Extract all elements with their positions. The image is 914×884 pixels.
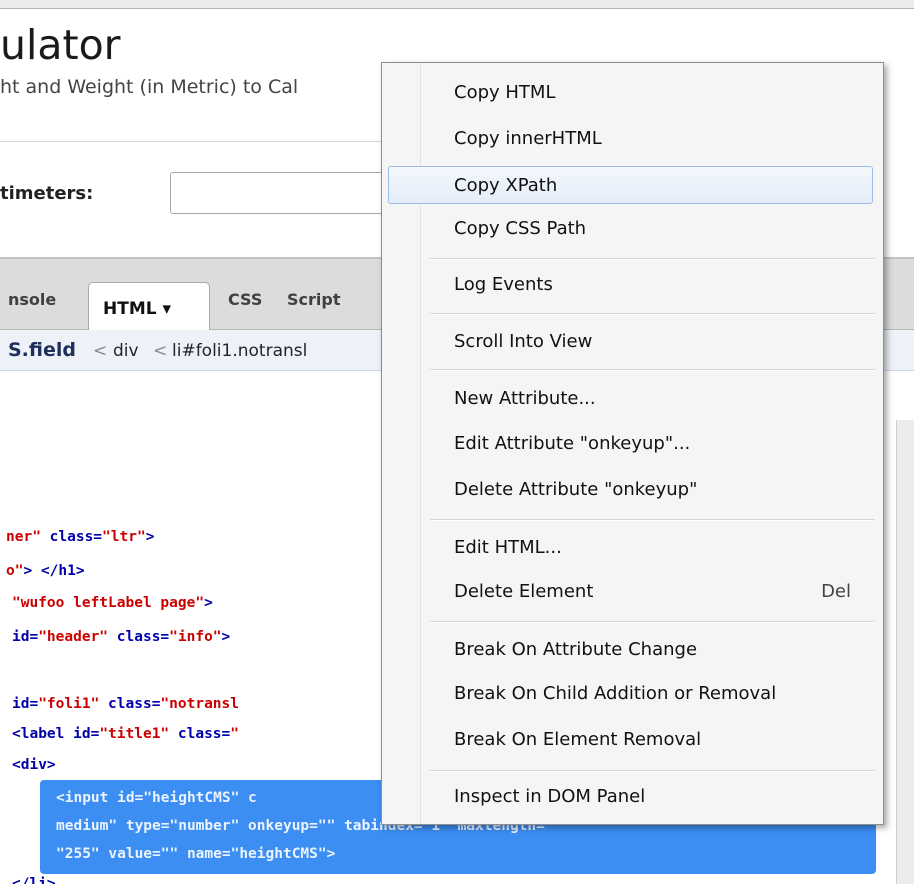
menu-item-copy-xpath[interactable]: Copy XPath xyxy=(388,166,873,204)
code-line[interactable]: "wufoo leftLabel page"> xyxy=(12,595,213,611)
menu-separator xyxy=(430,258,875,260)
menu-item-scroll-into-view[interactable]: Scroll Into View xyxy=(382,322,883,364)
tab-console[interactable]: nsole xyxy=(8,290,56,309)
menu-item-label: Copy XPath xyxy=(454,175,558,196)
menu-item-break-child-change[interactable]: Break On Child Addition or Removal xyxy=(382,674,883,716)
code-line[interactable]: id="foli1" class="notransl xyxy=(12,696,239,712)
browser-frame-top xyxy=(0,0,914,9)
menu-item-copy-innerhtml[interactable]: Copy innerHTML xyxy=(382,119,883,161)
selected-code-line[interactable]: <input id="heightCMS" c xyxy=(56,790,257,806)
tag-bracket: > xyxy=(221,629,231,645)
tag-text: <div> xyxy=(12,757,56,773)
menu-item-label: Copy CSS Path xyxy=(454,218,587,239)
menu-item-edit-html[interactable]: Edit HTML... xyxy=(382,528,883,570)
menu-item-label: Log Events xyxy=(454,274,553,295)
menu-item-label: New Attribute... xyxy=(454,388,596,409)
menu-item-label: Edit Attribute "onkeyup"... xyxy=(454,433,691,454)
code-line[interactable]: <label id="title1" class=" xyxy=(12,726,239,742)
menu-item-label: Delete Attribute "onkeyup" xyxy=(454,479,698,500)
breadcrumb-current[interactable]: S.field xyxy=(8,339,76,361)
attr-value: "ltr" xyxy=(102,529,146,545)
attr-value: "notransl xyxy=(160,696,239,712)
breadcrumb-item-div[interactable]: div xyxy=(113,341,139,361)
attr-value: "foli1" xyxy=(38,696,100,712)
menu-item-copy-css-path[interactable]: Copy CSS Path xyxy=(382,209,883,251)
menu-separator xyxy=(430,313,875,315)
attr-name: class= xyxy=(108,629,170,645)
menu-item-break-element-removal[interactable]: Break On Element Removal xyxy=(382,720,883,762)
tab-html[interactable]: HTML ▾ xyxy=(88,282,210,330)
context-menu: Copy HTML Copy innerHTML Copy XPath Copy… xyxy=(381,62,884,825)
menu-item-label: Break On Element Removal xyxy=(454,729,702,750)
attr-value: ner" xyxy=(6,529,41,545)
tab-script[interactable]: Script xyxy=(287,290,340,309)
page-title: ulator xyxy=(0,21,121,69)
menu-item-log-events[interactable]: Log Events xyxy=(382,265,883,307)
menu-item-label: Scroll Into View xyxy=(454,331,593,352)
attr-name: class= xyxy=(40,529,103,545)
attr-value: " xyxy=(230,726,239,742)
tag-bracket: > xyxy=(145,529,155,545)
page-description: ht and Weight (in Metric) to Cal xyxy=(0,76,299,98)
menu-item-label: Edit HTML... xyxy=(454,537,562,558)
tag-text: > </h1> xyxy=(23,563,85,579)
menu-item-edit-attribute[interactable]: Edit Attribute "onkeyup"... xyxy=(382,424,883,466)
menu-separator xyxy=(430,621,875,623)
menu-item-new-attribute[interactable]: New Attribute... xyxy=(382,379,883,421)
menu-item-label: Inspect in DOM Panel xyxy=(454,786,646,807)
menu-item-copy-html[interactable]: Copy HTML xyxy=(382,73,883,115)
menu-item-delete-element[interactable]: Delete Element Del xyxy=(382,572,883,614)
breadcrumb-separator: < xyxy=(153,341,168,361)
code-line[interactable]: ner" class="ltr"> xyxy=(6,529,154,545)
tab-css[interactable]: CSS xyxy=(228,290,262,309)
menu-item-delete-attribute[interactable]: Delete Attribute "onkeyup" xyxy=(382,470,883,512)
code-line[interactable]: </li> xyxy=(12,876,56,884)
menu-item-label: Copy HTML xyxy=(454,82,556,103)
menu-separator xyxy=(430,519,875,521)
menu-item-label: Copy innerHTML xyxy=(454,128,602,149)
tag-text: <label id= xyxy=(12,726,100,742)
height-field-label: timeters: xyxy=(0,183,94,204)
attr-value: o" xyxy=(6,563,24,579)
attr-value: "header" xyxy=(38,629,109,645)
vertical-scrollbar[interactable] xyxy=(896,420,914,884)
screenshot-root: ulator ht and Weight (in Metric) to Cal … xyxy=(0,0,914,884)
attr-name: class= xyxy=(99,696,161,712)
code-line[interactable]: o"> </h1> xyxy=(6,563,85,579)
attr-name: class= xyxy=(169,726,231,742)
menu-item-shortcut: Del xyxy=(821,581,851,602)
tag-text: </li> xyxy=(12,876,56,884)
selected-code-line[interactable]: "255" value="" name="heightCMS"> xyxy=(56,846,335,862)
attr-name: id= xyxy=(12,696,39,712)
menu-item-inspect-dom[interactable]: Inspect in DOM Panel xyxy=(382,777,883,819)
attr-value: "info" xyxy=(169,629,222,645)
breadcrumb-separator: < xyxy=(93,341,108,361)
attr-value: "wufoo leftLabel page" xyxy=(12,595,205,611)
menu-separator xyxy=(430,369,875,371)
menu-item-break-attribute-change[interactable]: Break On Attribute Change xyxy=(382,630,883,672)
menu-separator xyxy=(430,770,875,772)
menu-item-label: Break On Child Addition or Removal xyxy=(454,683,777,704)
menu-item-label: Break On Attribute Change xyxy=(454,639,698,660)
code-line[interactable]: <div> xyxy=(12,757,56,773)
attr-value: "title1" xyxy=(99,726,170,742)
tag-bracket: > xyxy=(204,595,213,611)
menu-item-label: Delete Element xyxy=(454,581,594,602)
breadcrumb-item-li[interactable]: li#foli1.notransl xyxy=(172,341,307,361)
form-divider xyxy=(0,141,400,142)
attr-name: id= xyxy=(12,629,39,645)
code-line[interactable]: id="header" class="info"> xyxy=(12,629,230,645)
